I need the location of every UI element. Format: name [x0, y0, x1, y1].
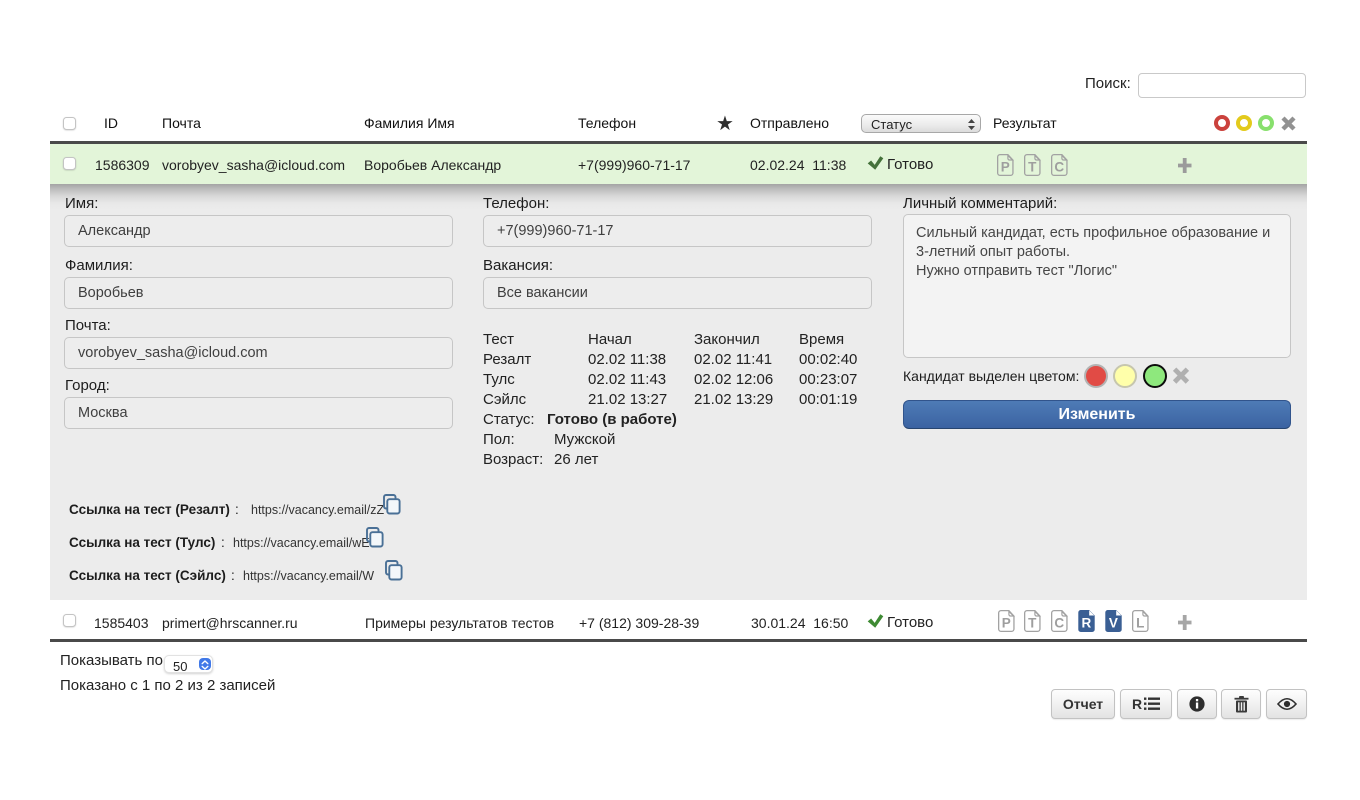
svg-text:P: P [1002, 615, 1011, 630]
svg-text:T: T [1028, 615, 1037, 630]
svg-text:V: V [1109, 615, 1118, 630]
svg-text:C: C [1054, 615, 1064, 630]
svg-text:C: C [1054, 159, 1064, 174]
svg-text:L: L [1136, 615, 1144, 630]
svg-text:P: P [1001, 159, 1010, 174]
svg-text:R: R [1082, 615, 1092, 630]
svg-text:T: T [1028, 159, 1037, 174]
